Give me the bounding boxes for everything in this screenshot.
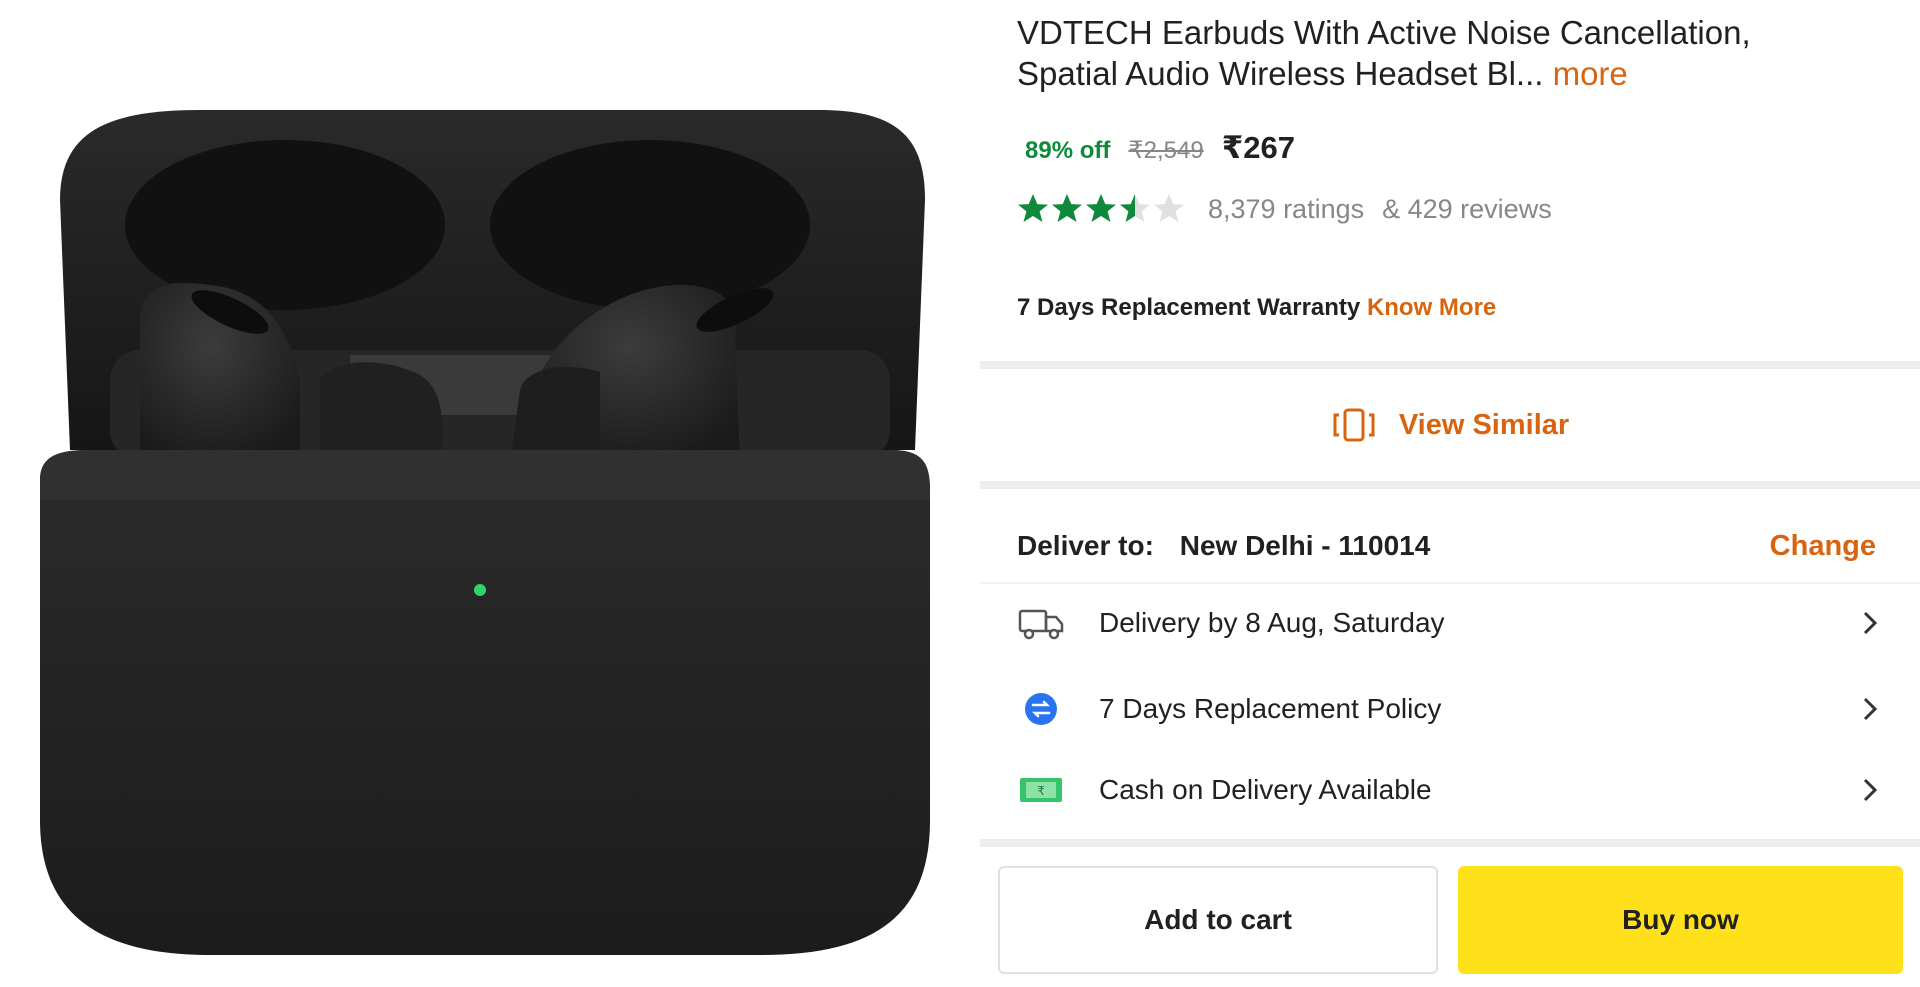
original-price: ₹2,549 <box>1128 137 1204 164</box>
warranty-info: 7 Days Replacement Warranty Know More <box>1017 294 1496 322</box>
view-similar-button[interactable]: View Similar <box>980 369 1920 481</box>
know-more-link[interactable]: Know More <box>1367 294 1496 321</box>
delivery-date-text: Delivery by 8 Aug, Saturday <box>1099 607 1445 638</box>
view-similar-icon <box>1333 408 1375 442</box>
deliver-to-label: Deliver to: <box>1017 530 1154 561</box>
replacement-icon <box>1017 689 1065 729</box>
title-more-link[interactable]: more <box>1553 55 1628 92</box>
star-icon <box>1086 194 1116 222</box>
cash-icon: ₹ <box>1017 770 1065 810</box>
chevron-right-icon <box>1863 611 1878 635</box>
section-divider <box>980 481 1920 489</box>
reviews-count: & 429 reviews <box>1382 193 1552 224</box>
product-image[interactable] <box>0 0 980 987</box>
replacement-policy-row[interactable]: 7 Days Replacement Policy <box>980 674 1920 744</box>
truck-icon <box>1017 603 1065 643</box>
chevron-right-icon <box>1863 778 1878 802</box>
delivery-date-row[interactable]: Delivery by 8 Aug, Saturday <box>980 588 1920 658</box>
cash-on-delivery-row[interactable]: ₹ Cash on Delivery Available <box>980 755 1920 825</box>
star-icon <box>1052 194 1082 222</box>
section-divider <box>980 361 1920 369</box>
buy-now-button[interactable]: Buy now <box>1458 866 1903 974</box>
star-icon <box>1120 194 1150 222</box>
star-rating <box>1016 192 1186 226</box>
delivery-location: New Delhi - 110014 <box>1179 530 1431 561</box>
svg-text:₹: ₹ <box>1037 784 1045 798</box>
section-divider <box>980 839 1920 847</box>
star-icon <box>1154 194 1184 222</box>
selling-price: ₹267 <box>1221 130 1295 165</box>
warranty-text: 7 Days Replacement Warranty <box>1017 294 1361 321</box>
black-earbuds-case-image <box>40 110 930 955</box>
ratings-count: 8,379 ratings <box>1208 193 1365 224</box>
row-separator <box>980 582 1920 584</box>
star-icon <box>1018 194 1048 222</box>
change-location-button[interactable]: Change <box>1770 530 1876 563</box>
discount-badge: 89% off <box>1025 137 1111 164</box>
product-title: VDTECH Earbuds With Active Noise Cancell… <box>1017 12 1837 94</box>
cash-on-delivery-text: Cash on Delivery Available <box>1099 774 1432 805</box>
view-similar-label: View Similar <box>1398 408 1570 441</box>
deliver-to: Deliver to: New Delhi - 110014 <box>1017 530 1430 562</box>
product-details-panel: VDTECH Earbuds With Active Noise Cancell… <box>980 0 1920 987</box>
replacement-policy-text: 7 Days Replacement Policy <box>1099 693 1442 724</box>
product-title-text: VDTECH Earbuds With Active Noise Cancell… <box>1017 14 1751 92</box>
chevron-right-icon <box>1863 697 1878 721</box>
price-row: 89% off ₹2,549 ₹267 <box>1025 130 1295 166</box>
rating-row[interactable]: 8,379 ratings & 429 reviews <box>1016 192 1552 226</box>
add-to-cart-button[interactable]: Add to cart <box>998 866 1438 974</box>
